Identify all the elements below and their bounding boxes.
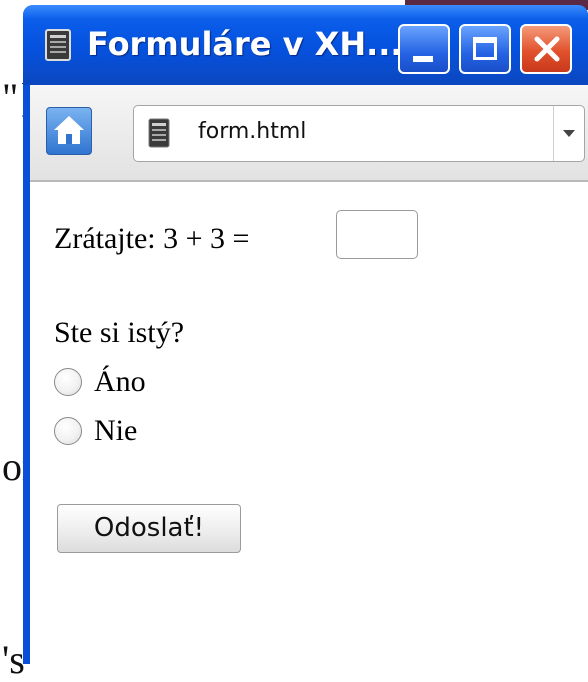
minimize-icon: [413, 56, 433, 62]
window-title: Formuláre v XH...: [87, 25, 403, 63]
page-content: Zrátajte: 3 + 3 = Ste si istý? Áno Nie O…: [30, 182, 588, 664]
browser-toolbar: form.html: [30, 85, 588, 182]
home-button[interactable]: [46, 107, 92, 155]
submit-button[interactable]: Odoslať!: [57, 504, 241, 553]
chevron-down-icon[interactable]: [553, 106, 584, 161]
page-icon: [45, 29, 71, 61]
sum-input[interactable]: [336, 210, 418, 259]
radio-button[interactable]: [54, 368, 82, 396]
close-icon: [530, 32, 564, 66]
radio-button[interactable]: [54, 417, 82, 445]
window-client-area: form.html Zrátajte: 3 + 3 = Ste si istý?…: [30, 85, 588, 664]
minimize-button[interactable]: [398, 24, 450, 74]
sum-label: Zrátajte: 3 + 3 =: [54, 222, 250, 255]
radio-label: Nie: [94, 414, 138, 447]
page-icon: [148, 118, 170, 148]
address-text: form.html: [198, 119, 307, 144]
browser-window: Formuláre v XH... form.html Zrátajte: 3 …: [23, 5, 588, 664]
question-label: Ste si istý?: [54, 316, 185, 349]
address-bar[interactable]: form.html: [133, 105, 585, 162]
maximize-button[interactable]: [459, 24, 511, 74]
maximize-icon: [473, 37, 497, 60]
home-icon: [54, 116, 84, 144]
window-titlebar[interactable]: Formuláre v XH...: [23, 5, 588, 85]
close-button[interactable]: [520, 24, 572, 74]
radio-option-yes[interactable]: Áno: [54, 362, 146, 402]
radio-label: Áno: [94, 365, 146, 398]
radio-option-no[interactable]: Nie: [54, 411, 137, 451]
